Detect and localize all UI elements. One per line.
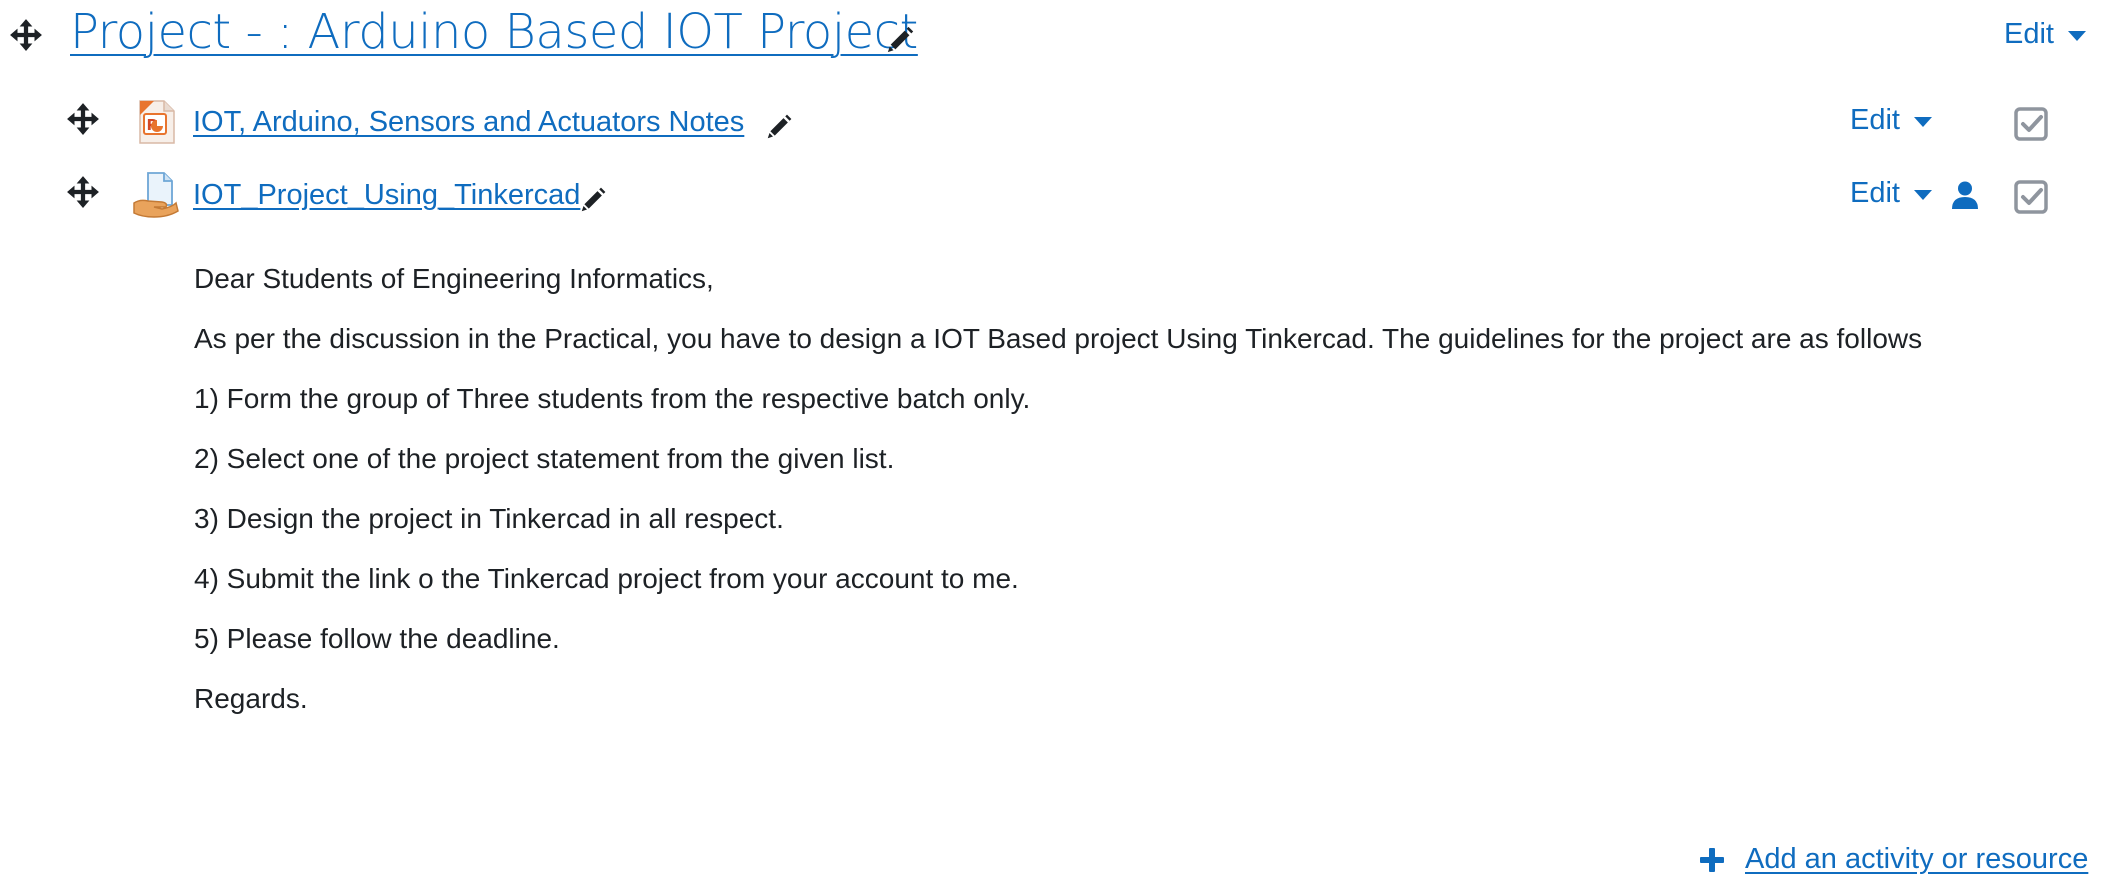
pencil-icon[interactable] (580, 185, 608, 213)
description-greeting: Dear Students of Engineering Informatics… (194, 263, 714, 294)
section-title-link[interactable]: Project - : Arduino Based IOT Project (70, 0, 918, 64)
edit-label: Edit (1850, 177, 1900, 209)
move-icon[interactable] (66, 102, 100, 136)
powerpoint-file-icon: P (132, 98, 180, 146)
completion-checkbox-icon[interactable] (2013, 106, 2049, 142)
caret-down-icon (1913, 116, 1932, 127)
activity-item: IOT_Project_Using_Tinkercad Edit (0, 167, 2101, 227)
description-intro: As per the discussion in the Practical, … (194, 323, 1923, 354)
guideline-item: 5) Please follow the deadline. (194, 623, 560, 654)
guideline-item: 1) Form the group of Three students from… (194, 383, 1031, 414)
assignment-icon (132, 171, 180, 219)
section-header: Project - : Arduino Based IOT Project Ed… (0, 0, 2101, 70)
section-edit-menu[interactable]: Edit (2004, 18, 2086, 51)
activity-item: P IOT, Arduino, Sensors and Actuators No… (0, 94, 2101, 154)
caret-down-icon (2067, 30, 2086, 41)
guideline-item: 2) Select one of the project statement f… (194, 443, 895, 474)
completion-checkbox-icon[interactable] (2013, 179, 2049, 215)
caret-down-icon (1913, 189, 1932, 200)
move-icon[interactable] (9, 18, 43, 52)
activity-link[interactable]: IOT_Project_Using_Tinkercad (193, 179, 580, 212)
course-section-page: Project - : Arduino Based IOT Project Ed… (0, 0, 2101, 883)
user-icon[interactable] (1950, 180, 1980, 210)
guideline-item: 4) Submit the link o the Tinkercad proje… (194, 563, 1019, 594)
guideline-item: 3) Design the project in Tinkercad in al… (194, 503, 784, 534)
add-activity-label[interactable]: Add an activity or resource (1745, 843, 2088, 876)
add-activity-button[interactable]: Add an activity or resource (1699, 843, 2088, 876)
pencil-icon[interactable] (766, 112, 794, 140)
description-closing: Regards. (194, 683, 308, 714)
activity-link[interactable]: IOT, Arduino, Sensors and Actuators Note… (193, 106, 744, 139)
activity-edit-menu[interactable]: Edit (1850, 177, 1932, 210)
activity-edit-menu[interactable]: Edit (1850, 104, 1932, 137)
move-icon[interactable] (66, 175, 100, 209)
plus-icon (1699, 847, 1725, 873)
activity-description: Dear Students of Engineering Informatics… (194, 262, 2084, 742)
edit-label: Edit (1850, 104, 1900, 136)
edit-label: Edit (2004, 18, 2054, 50)
pencil-icon[interactable] (886, 24, 916, 54)
